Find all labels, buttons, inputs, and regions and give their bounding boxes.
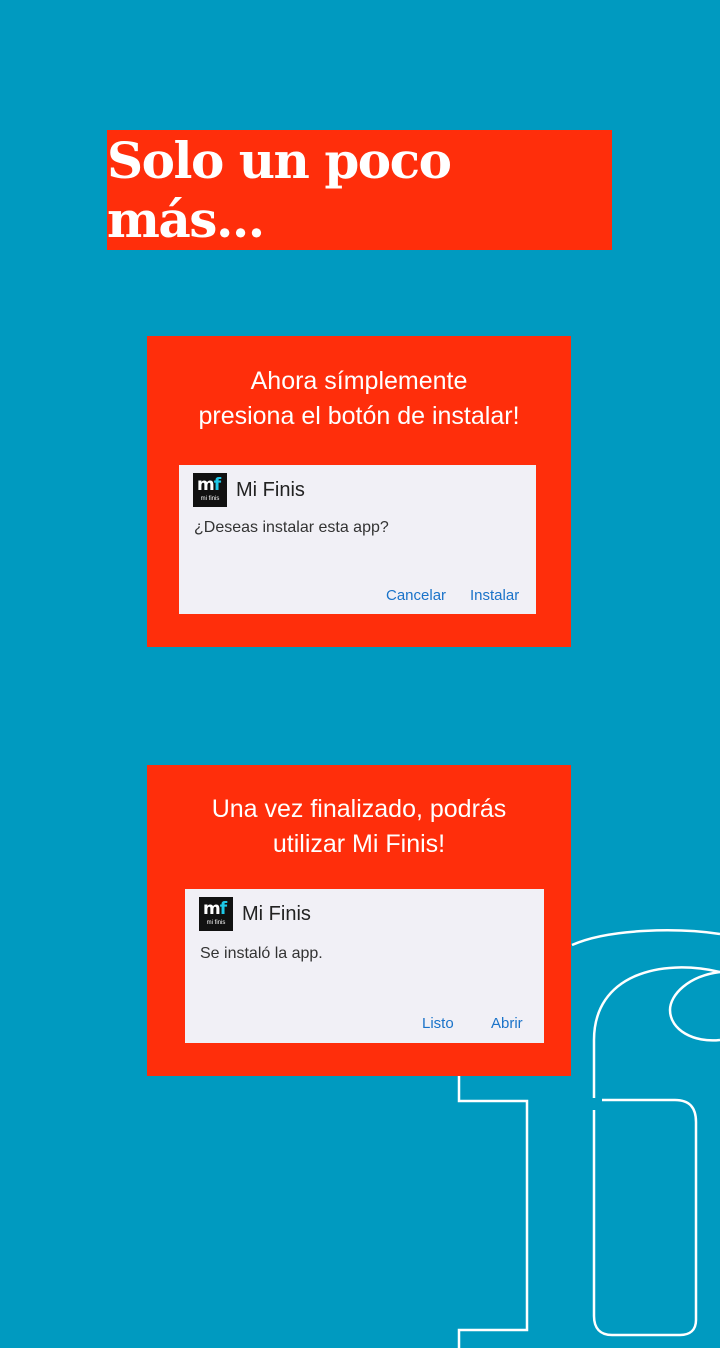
- page-title: Solo un poco más...: [107, 131, 452, 249]
- icon-caption: mi finis: [200, 496, 220, 502]
- icon-letter: f: [213, 475, 221, 495]
- dialog-header: mf mi finis Mi Finis: [193, 473, 305, 507]
- install-step-card: Ahora símplemente presiona el botón de i…: [147, 336, 571, 647]
- icon-letter: m: [203, 899, 221, 919]
- icon-letter: m: [197, 475, 215, 495]
- mi-finis-app-icon: mf mi finis: [193, 473, 227, 507]
- cancel-button[interactable]: Cancelar: [386, 587, 446, 604]
- caption-line: presiona el botón de instalar!: [198, 402, 520, 430]
- icon-caption: mi finis: [206, 920, 226, 926]
- title-banner: Solo un poco más...: [107, 130, 612, 250]
- dialog-header: mf mi finis Mi Finis: [199, 897, 311, 931]
- install-dialog: mf mi finis Mi Finis ¿Deseas instalar es…: [179, 465, 536, 614]
- caption-line: utilizar Mi Finis!: [272, 830, 446, 858]
- installed-step-caption: Una vez finalizado, podrás utilizar Mi F…: [147, 792, 571, 862]
- install-step-caption: Ahora símplemente presiona el botón de i…: [147, 364, 571, 434]
- caption-line: Una vez finalizado, podrás: [211, 795, 507, 823]
- icon-letter: f: [219, 899, 227, 919]
- dialog-message: ¿Deseas instalar esta app?: [194, 519, 389, 536]
- caption-line: Ahora símplemente: [250, 367, 468, 395]
- dialog-message: Se instaló la app.: [200, 945, 323, 962]
- app-name: Mi Finis: [236, 478, 305, 501]
- done-button[interactable]: Listo: [422, 1015, 454, 1032]
- installed-dialog: mf mi finis Mi Finis Se instaló la app. …: [185, 889, 544, 1043]
- install-button[interactable]: Instalar: [470, 587, 519, 604]
- app-name: Mi Finis: [242, 902, 311, 925]
- open-button[interactable]: Abrir: [491, 1015, 523, 1032]
- installed-step-card: Una vez finalizado, podrás utilizar Mi F…: [147, 765, 571, 1076]
- mi-finis-app-icon: mf mi finis: [199, 897, 233, 931]
